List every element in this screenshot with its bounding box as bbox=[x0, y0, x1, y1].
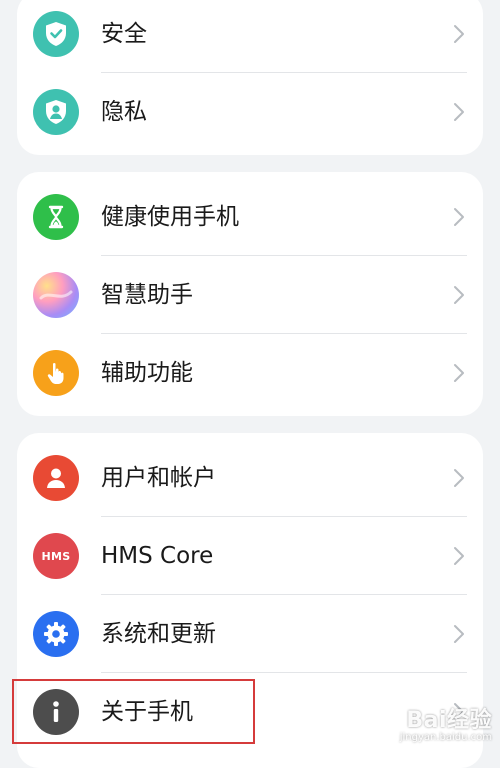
settings-item-label: 关于手机 bbox=[101, 699, 193, 725]
hourglass-icon bbox=[33, 194, 79, 240]
settings-item-label: HMS Core bbox=[101, 543, 214, 569]
settings-item-privacy[interactable]: 隐私 bbox=[17, 73, 483, 151]
settings-item-security[interactable]: 安全 bbox=[17, 0, 483, 73]
settings-item-label: 隐私 bbox=[101, 99, 147, 125]
chevron-right-icon bbox=[454, 547, 464, 565]
chevron-right-icon bbox=[454, 625, 464, 643]
user-icon bbox=[33, 455, 79, 501]
chevron-right-icon bbox=[454, 364, 464, 382]
settings-card-security: 安全 隐私 bbox=[17, 0, 483, 155]
settings-card-assist: 健康使用手机 智慧助手 辅助功能 bbox=[17, 172, 483, 416]
settings-item-label: 智慧助手 bbox=[101, 282, 193, 308]
chevron-right-icon bbox=[454, 103, 464, 121]
settings-item-accounts[interactable]: 用户和帐户 bbox=[17, 439, 483, 517]
settings-item-hms-core[interactable]: HMS HMS Core bbox=[17, 517, 483, 595]
chevron-right-icon bbox=[454, 25, 464, 43]
watermark-main: Bai经验 bbox=[406, 708, 492, 733]
settings-item-digital-balance[interactable]: 健康使用手机 bbox=[17, 178, 483, 256]
settings-item-system-update[interactable]: 系统和更新 bbox=[17, 595, 483, 673]
settings-item-label: 系统和更新 bbox=[101, 621, 216, 647]
settings-item-label: 安全 bbox=[101, 21, 147, 47]
hand-pointer-icon bbox=[33, 350, 79, 396]
chevron-right-icon bbox=[454, 469, 464, 487]
gear-icon bbox=[33, 611, 79, 657]
info-icon bbox=[33, 689, 79, 735]
settings-item-label: 用户和帐户 bbox=[101, 465, 216, 491]
settings-item-accessibility[interactable]: 辅助功能 bbox=[17, 334, 483, 412]
hms-icon: HMS bbox=[33, 533, 79, 579]
shield-check-icon bbox=[33, 11, 79, 57]
watermark: Bai经验 jingyan.baidu.com bbox=[400, 710, 492, 744]
assistant-orb-icon bbox=[33, 272, 79, 318]
settings-item-smart-assistant[interactable]: 智慧助手 bbox=[17, 256, 483, 334]
privacy-person-icon bbox=[33, 89, 79, 135]
watermark-sub: jingyan.baidu.com bbox=[399, 732, 492, 743]
hms-icon-text: HMS bbox=[41, 549, 71, 563]
chevron-right-icon bbox=[454, 286, 464, 304]
settings-item-label: 健康使用手机 bbox=[101, 204, 239, 230]
chevron-right-icon bbox=[454, 208, 464, 226]
settings-item-label: 辅助功能 bbox=[101, 360, 193, 386]
